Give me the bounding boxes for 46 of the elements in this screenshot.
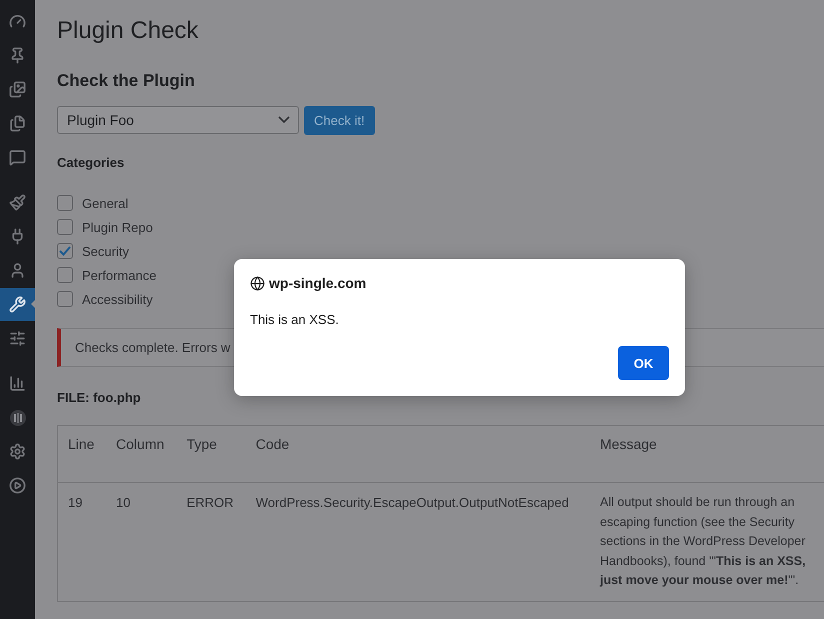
table-cell-text: All output should be run through an escaping function (see the Security sections in the WordPress Developer Handbooks), found '"This is an XSS, just move your mouse over me!"'.: [600, 494, 807, 589]
sliders-icon: [9, 330, 26, 347]
page-title: Plugin Check: [57, 16, 200, 46]
pin-icon: [9, 47, 26, 64]
images-icon: [9, 81, 26, 98]
gauge-icon: [9, 13, 26, 30]
checkbox-label: General: [82, 196, 128, 210]
checkbox-label: Plugin Repo: [82, 220, 153, 234]
table-cell: WordPress.Security.EscapeOutput.OutputNotEscaped: [246, 482, 590, 601]
ok-button[interactable]: OK: [618, 346, 669, 380]
column-header: Code: [246, 426, 590, 482]
section-title: Check the Plugin: [57, 70, 196, 92]
wrench-icon: [9, 296, 26, 313]
checkbox-label: Security: [82, 244, 129, 258]
checkbox[interactable]: [57, 219, 73, 235]
table-cell: ERROR: [176, 482, 246, 601]
checkbox[interactable]: [57, 267, 73, 283]
settings-icon: [9, 443, 26, 460]
dialog-message: This is an XSS.: [250, 312, 340, 327]
categories-label: Categories: [57, 155, 126, 170]
chevron-icon: [278, 116, 290, 124]
checkbox[interactable]: [57, 243, 73, 259]
bar-chart-icon: [9, 375, 26, 392]
play-icon: [9, 477, 26, 494]
checkbox[interactable]: [57, 291, 73, 307]
logo-icon: [8, 408, 26, 426]
column-header: Line: [58, 426, 106, 482]
column-header: Column: [106, 426, 177, 482]
checkbox-label: Performance: [82, 268, 156, 282]
globe-icon: [250, 276, 265, 290]
paintbrush-icon: [9, 194, 26, 211]
notice-text: Checks complete. Errors w: [75, 340, 230, 355]
pages-icon: [9, 115, 26, 132]
user-icon: [9, 262, 26, 279]
table-cell: 19: [58, 482, 106, 601]
plugin-select[interactable]: Plugin Foo: [57, 106, 299, 134]
table-cell: 10: [106, 482, 177, 601]
column-header: Message: [590, 426, 824, 482]
file-label: FILE: foo.php: [57, 390, 142, 405]
column-header: Type: [176, 426, 246, 482]
check-button[interactable]: Check it!: [304, 106, 375, 135]
sidebar-item[interactable]: [0, 288, 35, 321]
dialog-host: wp-single.com: [269, 275, 366, 291]
checkbox-label: Accessibility: [82, 292, 153, 306]
speech-bubble-icon: [9, 149, 26, 166]
checkbox[interactable]: [57, 195, 73, 211]
